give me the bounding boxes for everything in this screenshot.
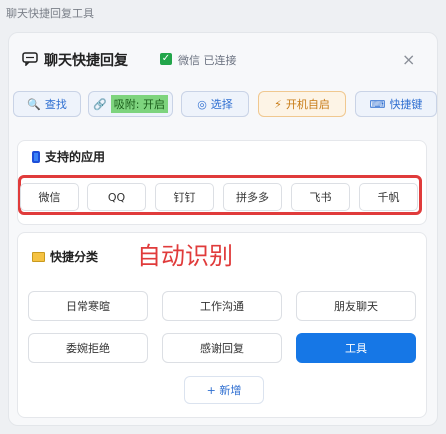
- supported-apps-header: 支持的应用: [32, 148, 105, 165]
- link-icon: 🔗: [93, 97, 107, 111]
- search-button-label: 查找: [44, 98, 67, 111]
- add-category-button[interactable]: + 新增: [184, 376, 264, 404]
- supported-apps-title: 支持的应用: [45, 150, 106, 164]
- connection-status: 微信 已连接: [178, 54, 237, 67]
- autostart-button[interactable]: ⚡ 开机自启: [258, 91, 346, 117]
- keyboard-icon: ⌨: [369, 97, 386, 111]
- categories-title: 快捷分类: [50, 250, 99, 264]
- select-button[interactable]: ◎ 选择: [181, 91, 249, 117]
- phone-icon: [32, 150, 40, 163]
- folder-icon: [32, 251, 45, 262]
- search-button[interactable]: 🔍 查找: [13, 91, 81, 117]
- lightning-icon: ⚡: [274, 97, 282, 111]
- target-icon: ◎: [197, 97, 207, 111]
- categories-header: 快捷分类: [32, 248, 98, 265]
- hotkey-button-label: 快捷键: [389, 98, 423, 111]
- close-icon[interactable]: ×: [402, 50, 415, 69]
- app-button-dingtalk[interactable]: 钉钉: [155, 183, 214, 211]
- category-button-work[interactable]: 工作沟通: [162, 291, 282, 321]
- search-icon: 🔍: [27, 97, 41, 111]
- auto-detect-annotation: 自动识别: [137, 242, 233, 270]
- chat-bubble-icon: [22, 52, 38, 66]
- category-button-thanks[interactable]: 感谢回复: [162, 333, 282, 363]
- page-title: 聊天快捷回复: [44, 53, 128, 69]
- check-icon: ✓: [160, 53, 172, 65]
- category-button-tools[interactable]: 工具: [296, 333, 416, 363]
- app-button-qq[interactable]: QQ: [87, 183, 146, 211]
- app-button-pinduoduo[interactable]: 拼多多: [223, 183, 282, 211]
- autostart-button-label: 开机自启: [285, 98, 330, 111]
- app-button-wechat[interactable]: 微信: [20, 183, 79, 211]
- category-button-friends[interactable]: 朋友聊天: [296, 291, 416, 321]
- category-button-decline[interactable]: 委婉拒绝: [28, 333, 148, 363]
- adsorb-button-label: 吸附: 开启: [110, 95, 168, 113]
- app-button-qianfan[interactable]: 千帆: [359, 183, 418, 211]
- window-title: 聊天快捷回复工具: [6, 7, 94, 20]
- window-titlebar: 聊天快捷回复工具: [0, 0, 446, 24]
- hotkey-button[interactable]: ⌨ 快捷键: [355, 91, 437, 117]
- app-button-feishu[interactable]: 飞书: [291, 183, 350, 211]
- category-button-greetings[interactable]: 日常寒暄: [28, 291, 148, 321]
- adsorb-toggle-button[interactable]: 🔗 吸附: 开启: [88, 91, 173, 117]
- select-button-label: 选择: [210, 98, 233, 111]
